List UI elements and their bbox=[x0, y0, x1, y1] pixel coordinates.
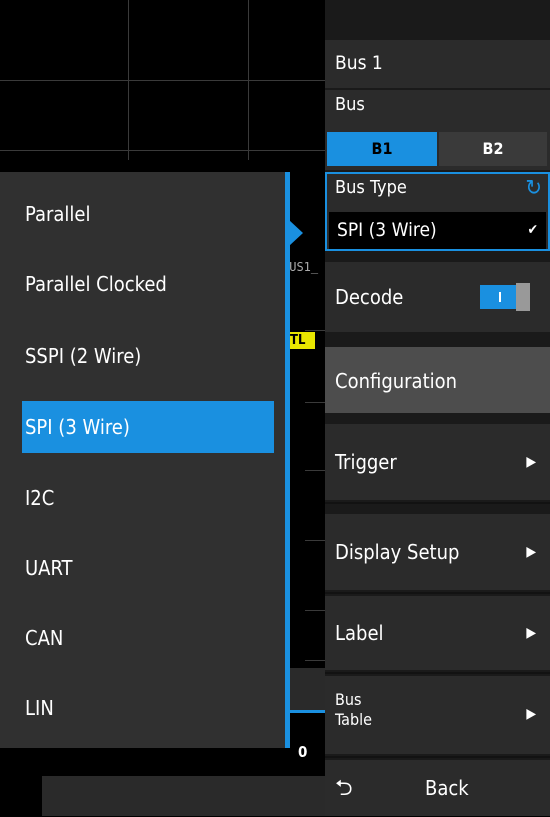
configuration-button[interactable]: Configuration bbox=[325, 347, 550, 413]
decode-toggle[interactable] bbox=[480, 283, 530, 311]
bus-type-option-lin[interactable]: LIN bbox=[22, 682, 274, 734]
toggle-on-indicator bbox=[480, 285, 520, 309]
bus-menu-panel: Bus 1 Bus B1 B2 Bus Type ↻ SPI (3 Wire) … bbox=[325, 0, 550, 816]
back-label: Back bbox=[425, 776, 469, 800]
grid-line bbox=[305, 470, 325, 471]
label-label: Label bbox=[335, 621, 384, 645]
bus-type-dropdown-list: Parallel Parallel Clocked SSPI (2 Wire) … bbox=[0, 172, 285, 748]
bus-type-option-uart[interactable]: UART bbox=[22, 542, 274, 594]
display-setup-button[interactable]: Display Setup ▶︎ bbox=[325, 514, 550, 590]
bus-type-option-parallel-clocked[interactable]: Parallel Clocked bbox=[22, 258, 274, 310]
grid-line bbox=[305, 540, 325, 541]
bus-type-field: Bus Type ↻ SPI (3 Wire) ✔︎ bbox=[325, 172, 550, 251]
decode-row: Decode bbox=[325, 262, 550, 332]
display-setup-label: Display Setup bbox=[335, 540, 460, 564]
chevron-down-icon: ✔︎ bbox=[527, 222, 538, 238]
bus-label: Bus bbox=[335, 94, 365, 115]
decode-label: Decode bbox=[335, 285, 404, 309]
trigger-button[interactable]: Trigger ▶︎ bbox=[325, 424, 550, 500]
trigger-label: Trigger bbox=[335, 450, 397, 474]
grid-line bbox=[0, 80, 325, 81]
divider bbox=[325, 672, 550, 674]
offset-strip bbox=[290, 668, 325, 710]
bus-type-label: Bus Type bbox=[335, 177, 407, 198]
triangle-right-icon: ▶︎ bbox=[526, 544, 536, 560]
bus-selector-section: Bus B1 B2 bbox=[325, 90, 550, 170]
bottom-panel bbox=[42, 776, 325, 816]
back-button[interactable]: ⮌ Back bbox=[325, 760, 550, 816]
back-arrow-icon: ⮌ bbox=[335, 776, 353, 801]
refresh-icon[interactable]: ↻ bbox=[525, 176, 542, 201]
bus-type-option-i2c[interactable]: I2C bbox=[22, 472, 274, 524]
bus-table-button[interactable]: Bus Table ▶︎ bbox=[325, 676, 550, 754]
bus-type-select[interactable]: SPI (3 Wire) ✔︎ bbox=[329, 212, 546, 249]
grid-line bbox=[0, 150, 325, 151]
bus-table-label-line1: Bus bbox=[335, 690, 362, 709]
triangle-right-icon: ▶︎ bbox=[526, 625, 536, 641]
toggle-knob bbox=[516, 283, 530, 311]
bus-type-value: SPI (3 Wire) bbox=[337, 219, 437, 241]
tab-b1[interactable]: B1 bbox=[327, 132, 437, 166]
trigger-level-marker[interactable]: TL bbox=[287, 332, 315, 349]
bus-type-option-sspi[interactable]: SSPI (2 Wire) bbox=[22, 330, 274, 382]
label-button[interactable]: Label ▶︎ bbox=[325, 596, 550, 670]
menu-title: Bus 1 bbox=[325, 40, 550, 88]
grid-line bbox=[305, 660, 325, 661]
grid-line bbox=[305, 402, 325, 403]
bus-type-option-parallel[interactable]: Parallel bbox=[22, 188, 274, 240]
divider bbox=[325, 502, 550, 504]
triangle-right-icon: ▶︎ bbox=[526, 706, 536, 722]
divider bbox=[325, 592, 550, 594]
dropdown-accent-bar bbox=[285, 172, 290, 748]
bus-table-label: Bus Table bbox=[335, 690, 372, 730]
dropdown-pointer-icon bbox=[289, 220, 303, 246]
grid-line bbox=[305, 330, 325, 331]
bus-baseline bbox=[290, 710, 325, 713]
grid-line bbox=[305, 610, 325, 611]
bus-table-label-line2: Table bbox=[335, 710, 372, 729]
triangle-right-icon: ▶︎ bbox=[526, 454, 536, 470]
bus-type-option-can[interactable]: CAN bbox=[22, 612, 274, 664]
divider bbox=[325, 756, 550, 758]
tab-b2[interactable]: B2 bbox=[439, 132, 547, 166]
offset-value: 0 bbox=[298, 743, 308, 761]
bus-type-option-spi-selected[interactable]: SPI (3 Wire) bbox=[22, 401, 274, 453]
